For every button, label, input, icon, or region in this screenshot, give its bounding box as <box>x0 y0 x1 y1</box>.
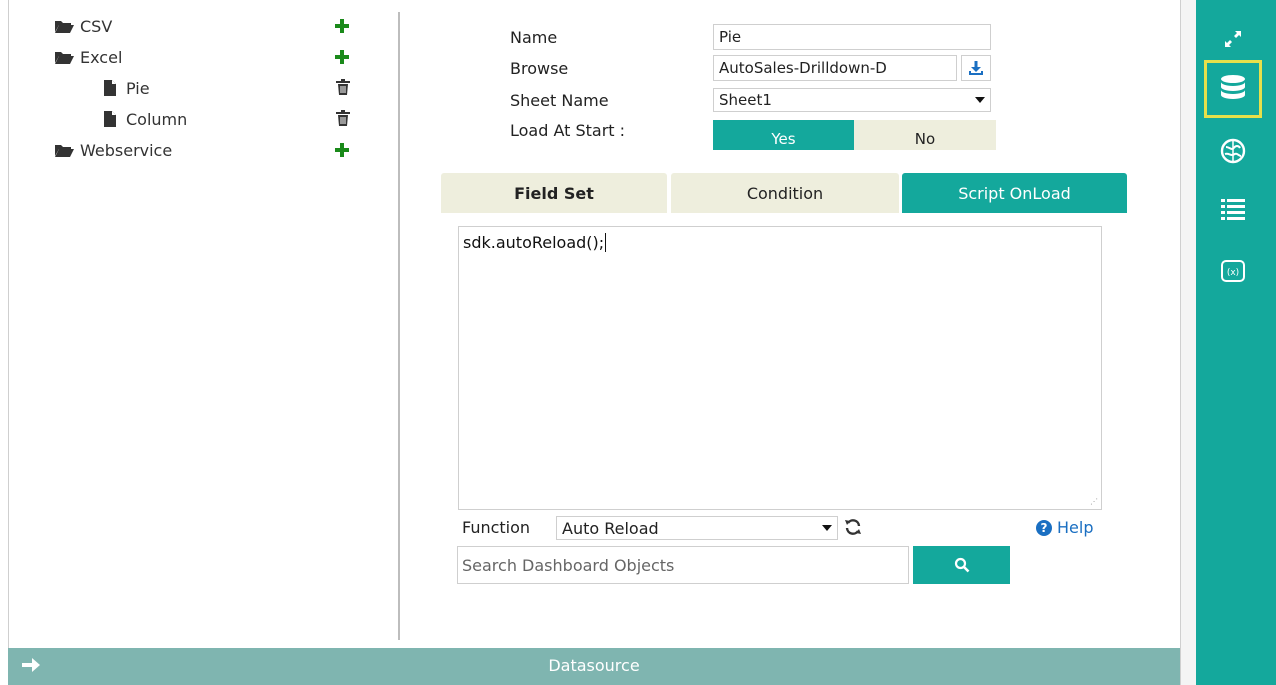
delete-pie-button[interactable] <box>333 77 353 97</box>
datasource-footer-bar: Datasource <box>8 648 1180 685</box>
name-input[interactable] <box>713 24 991 50</box>
tab-field-set[interactable]: Field Set <box>441 173 667 213</box>
sheet-name-label: Sheet Name <box>510 91 609 110</box>
tab-script-onload[interactable]: Script OnLoad <box>902 173 1127 213</box>
tree-label: Column <box>126 109 188 129</box>
search-icon <box>954 557 969 573</box>
tree-item-csv[interactable]: CSV <box>54 15 112 37</box>
trash-icon <box>336 79 350 95</box>
sheet-name-select[interactable]: Sheet1 <box>713 88 991 112</box>
formula-icon[interactable]: (x) <box>1204 242 1262 300</box>
text-cursor <box>605 233 607 252</box>
globe-icon[interactable] <box>1204 122 1262 180</box>
chevron-down-icon <box>975 97 985 103</box>
search-dashboard-objects-input[interactable] <box>457 546 909 584</box>
svg-text:(x): (x) <box>1227 268 1239 278</box>
script-content: sdk.autoReload(); <box>463 233 605 252</box>
resize-grip-icon[interactable]: ⋰ <box>1090 498 1098 506</box>
panel-border <box>8 0 9 648</box>
search-button[interactable] <box>913 546 1010 584</box>
browse-label: Browse <box>510 59 569 78</box>
footer-title: Datasource <box>548 656 640 675</box>
tree-item-excel[interactable]: Excel <box>54 46 122 68</box>
add-webservice-button[interactable] <box>332 140 352 160</box>
plus-icon <box>335 19 349 33</box>
help-label: Help <box>1057 518 1094 537</box>
tree-label: CSV <box>80 16 113 36</box>
function-value: Auto Reload <box>562 518 659 538</box>
add-csv-button[interactable] <box>332 16 352 36</box>
question-circle-icon: ? <box>1036 519 1052 536</box>
tree-label: Pie <box>126 78 150 98</box>
browse-download-button[interactable] <box>961 55 991 81</box>
chevron-down-icon <box>822 525 832 531</box>
plus-icon <box>335 143 349 157</box>
tree-label: Webservice <box>80 140 173 160</box>
file-icon <box>100 80 120 96</box>
download-icon <box>969 61 983 75</box>
rail-separator <box>1180 0 1196 685</box>
refresh-icon[interactable] <box>842 516 864 538</box>
function-select[interactable]: Auto Reload <box>556 516 838 540</box>
tree-item-webservice[interactable]: Webservice <box>54 139 172 161</box>
database-icon[interactable] <box>1204 60 1262 118</box>
function-label: Function <box>462 518 531 537</box>
delete-column-button[interactable] <box>333 108 353 128</box>
datasource-panel: CSV Excel Pie Column Webservice Name Pie… <box>0 0 1180 685</box>
trash-icon <box>336 110 350 126</box>
file-icon <box>100 111 120 127</box>
load-no-button[interactable]: No <box>854 120 996 150</box>
sheet-name-value: Sheet1 <box>719 91 772 109</box>
folder-open-icon <box>54 18 74 34</box>
plus-icon <box>335 50 349 64</box>
tab-condition[interactable]: Condition <box>671 173 899 213</box>
load-at-start-label: Load At Start : <box>510 121 626 140</box>
list-icon[interactable] <box>1204 180 1262 238</box>
load-yes-button[interactable]: Yes <box>713 120 854 150</box>
script-editor[interactable]: sdk.autoReload(); ⋰ <box>458 226 1102 510</box>
browse-input[interactable] <box>713 55 957 81</box>
folder-open-icon <box>54 142 74 158</box>
help-link[interactable]: ? Help <box>1036 518 1093 537</box>
tree-item-pie[interactable]: Pie <box>100 77 150 99</box>
panel-divider <box>398 12 400 640</box>
tree-label: Excel <box>80 47 123 67</box>
tree-item-column[interactable]: Column <box>100 108 187 130</box>
add-excel-button[interactable] <box>332 47 352 67</box>
name-label: Name <box>510 28 558 47</box>
folder-open-icon <box>54 49 74 65</box>
